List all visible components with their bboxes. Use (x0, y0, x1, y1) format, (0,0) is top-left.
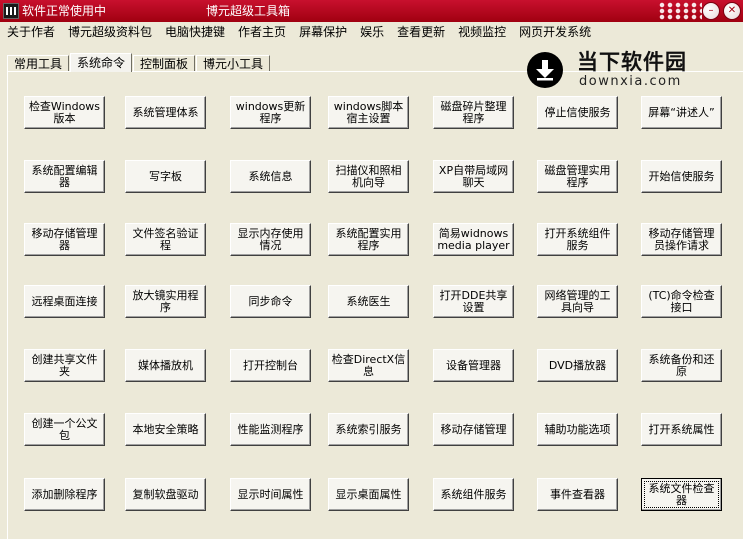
command-button[interactable]: 系统信息 (230, 160, 311, 193)
command-button[interactable]: 打开控制台 (230, 349, 311, 382)
menu-item[interactable]: 关于作者 (0, 22, 61, 42)
command-button[interactable]: DVD播放器 (537, 349, 618, 382)
command-button[interactable]: 媒体播放机 (125, 349, 206, 382)
command-button[interactable]: 扫描仪和照相机向导 (328, 160, 409, 193)
tab-strip: 常用工具 系统命令 控制面板 博元小工具 (7, 53, 271, 72)
command-button[interactable]: 简易widnows media player (433, 223, 514, 256)
download-arrow-icon (527, 52, 563, 88)
command-button[interactable]: 性能监测程序 (230, 413, 311, 446)
command-button[interactable]: 网络管理的工具向导 (537, 285, 618, 318)
command-button[interactable]: 系统文件检查器 (641, 478, 722, 511)
close-button[interactable]: ✕ (723, 2, 741, 20)
command-button[interactable]: 检查DirectX信息 (328, 349, 409, 382)
command-button[interactable]: 复制软盘驱动 (125, 478, 206, 511)
command-button[interactable]: 本地安全策略 (125, 413, 206, 446)
menu-item[interactable]: 视频监控 (451, 22, 512, 42)
command-button[interactable]: 磁盘管理实用程序 (537, 160, 618, 193)
command-button[interactable]: 辅助功能选项 (537, 413, 618, 446)
menu-item[interactable]: 屏幕保护 (292, 22, 353, 42)
command-button[interactable]: 显示桌面属性 (328, 478, 409, 511)
menu-bar: 关于作者 博元超级资料包 电脑快捷键 作者主页 屏幕保护 娱乐 查看更新 视频监控 网页开发系统 (0, 22, 743, 42)
command-button[interactable]: 添加删除程序 (24, 478, 105, 511)
command-button[interactable]: XP自带局域网聊天 (433, 160, 514, 193)
minimize-icon: – (708, 5, 714, 16)
command-button[interactable]: 创建共享文件夹 (24, 349, 105, 382)
command-button[interactable]: 设备管理器 (433, 349, 514, 382)
tab-2[interactable]: 控制面板 (133, 55, 196, 72)
tab-3[interactable]: 博元小工具 (196, 55, 271, 72)
command-button[interactable]: 开始信使服务 (641, 160, 722, 193)
logo-url: downxia.com (579, 74, 682, 89)
command-button[interactable]: 系统配置实用程序 (328, 223, 409, 256)
command-button[interactable]: 磁盘碎片整理程序 (433, 96, 514, 129)
command-button[interactable]: 放大镜实用程序 (125, 285, 206, 318)
command-button[interactable]: 远程桌面连接 (24, 285, 105, 318)
close-icon: ✕ (727, 5, 737, 16)
window-title: 博元超级工具箱 (206, 4, 291, 18)
site-logo: 当下软件园 downxia.com (527, 50, 697, 92)
command-button[interactable]: 写字板 (125, 160, 206, 193)
command-button[interactable]: 系统管理体系 (125, 96, 206, 129)
menu-item[interactable]: 网页开发系统 (512, 22, 597, 42)
command-button[interactable]: 移动存储管理 (433, 413, 514, 446)
menu-item[interactable]: 娱乐 (353, 22, 390, 42)
tab-0[interactable]: 常用工具 (7, 55, 70, 72)
command-button[interactable]: 移动存储管理员操作请求 (641, 223, 722, 256)
command-button[interactable]: 事件查看器 (537, 478, 618, 511)
command-button[interactable]: 系统组件服务 (433, 478, 514, 511)
status-text: 软件正常使用中 (22, 4, 107, 18)
menu-item[interactable]: 博元超级资料包 (61, 22, 158, 42)
menu-item[interactable]: 查看更新 (390, 22, 451, 42)
command-button[interactable]: windows更新程序 (230, 96, 311, 129)
command-button[interactable]: 显示内存使用情况 (230, 223, 311, 256)
command-button[interactable]: 打开DDE共享设置 (433, 285, 514, 318)
tab-1[interactable]: 系统命令 (70, 53, 133, 72)
tab-panel-system-commands: 检查Windows版本 系统管理体系 windows更新程序 windows脚本宿主设… (7, 71, 743, 539)
app-icon[interactable] (3, 3, 19, 19)
title-decoration (658, 2, 702, 20)
command-button[interactable]: 系统医生 (328, 285, 409, 318)
command-button[interactable]: 停止信使服务 (537, 96, 618, 129)
menu-item[interactable]: 电脑快捷键 (158, 22, 231, 42)
command-button[interactable]: 同步命令 (230, 285, 311, 318)
command-button[interactable]: 系统索引服务 (328, 413, 409, 446)
command-button[interactable]: 显示时间属性 (230, 478, 311, 511)
command-button[interactable]: 系统配置编辑器 (24, 160, 105, 193)
command-button[interactable]: (TC)命令检查接口 (641, 285, 722, 318)
command-button[interactable]: 系统备份和还原 (641, 349, 722, 382)
command-button[interactable]: 创建一个公文包 (24, 413, 105, 446)
title-bar: 软件正常使用中 博元超级工具箱 – ✕ (0, 0, 743, 22)
command-button[interactable]: windows脚本宿主设置 (328, 96, 409, 129)
menu-item[interactable]: 作者主页 (231, 22, 292, 42)
minimize-button[interactable]: – (702, 2, 720, 20)
command-button[interactable]: 打开系统属性 (641, 413, 722, 446)
command-button[interactable]: 移动存储管理器 (24, 223, 105, 256)
command-button[interactable]: 文件签名验证程 (125, 223, 206, 256)
command-button[interactable]: 检查Windows版本 (24, 96, 105, 129)
logo-title: 当下软件园 (577, 50, 687, 74)
command-button[interactable]: 打开系统组件服务 (537, 223, 618, 256)
command-button[interactable]: 屏幕“讲述人” (641, 96, 722, 129)
